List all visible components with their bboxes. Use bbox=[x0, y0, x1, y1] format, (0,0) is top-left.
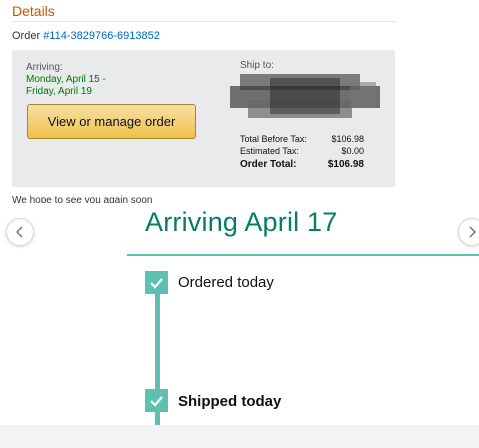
order-prefix: Order bbox=[12, 30, 44, 42]
step-status bbox=[145, 271, 168, 294]
chevron-left-icon bbox=[15, 226, 23, 238]
heading-underline bbox=[127, 254, 479, 256]
arriving-label: Arriving: bbox=[26, 62, 63, 73]
order-total-value: $106.98 bbox=[327, 159, 364, 170]
order-summary-box: Arriving: Monday, April 15 - Friday, Apr… bbox=[12, 50, 395, 187]
totals-row: Total Before Tax: $106.98 bbox=[240, 133, 364, 145]
step-ordered-label: Ordered today bbox=[178, 274, 274, 291]
order-number-link[interactable]: #114-3829766-6913852 bbox=[43, 30, 160, 42]
arriving-heading: Arriving April 17 bbox=[145, 207, 338, 237]
totals-label: Total Before Tax: bbox=[240, 134, 307, 144]
order-email-card: Details Order #114-3829766-6913852 Arriv… bbox=[0, 0, 479, 203]
step-shipped-label: Shipped today bbox=[178, 393, 282, 410]
view-manage-order-button[interactable]: View or manage order bbox=[27, 104, 196, 139]
totals-row: Estimated Tax: $0.00 bbox=[240, 145, 364, 157]
truncated-text: We hope to see you again soon bbox=[12, 195, 153, 203]
order-line: Order #114-3829766-6913852 bbox=[12, 30, 160, 42]
details-title: Details bbox=[12, 3, 55, 19]
order-totals: Total Before Tax: $106.98 Estimated Tax:… bbox=[240, 133, 364, 172]
totals-value: $106.98 bbox=[331, 134, 364, 144]
previous-button[interactable] bbox=[6, 218, 34, 246]
step-status bbox=[145, 389, 168, 412]
totals-value: $0.00 bbox=[341, 146, 364, 156]
order-total-row: Order Total: $106.98 bbox=[240, 158, 364, 172]
checkmark-icon bbox=[150, 277, 163, 289]
totals-label: Estimated Tax: bbox=[240, 146, 299, 156]
chevron-right-icon bbox=[469, 226, 477, 238]
order-total-label: Order Total: bbox=[240, 159, 297, 170]
redacted-address bbox=[230, 74, 380, 118]
bottom-band bbox=[0, 425, 479, 448]
next-button[interactable] bbox=[458, 218, 479, 246]
divider bbox=[12, 21, 396, 22]
checkmark-icon bbox=[150, 395, 163, 407]
arriving-date-range: Monday, April 15 - Friday, April 19 bbox=[26, 74, 106, 97]
tracking-panel bbox=[0, 203, 479, 448]
